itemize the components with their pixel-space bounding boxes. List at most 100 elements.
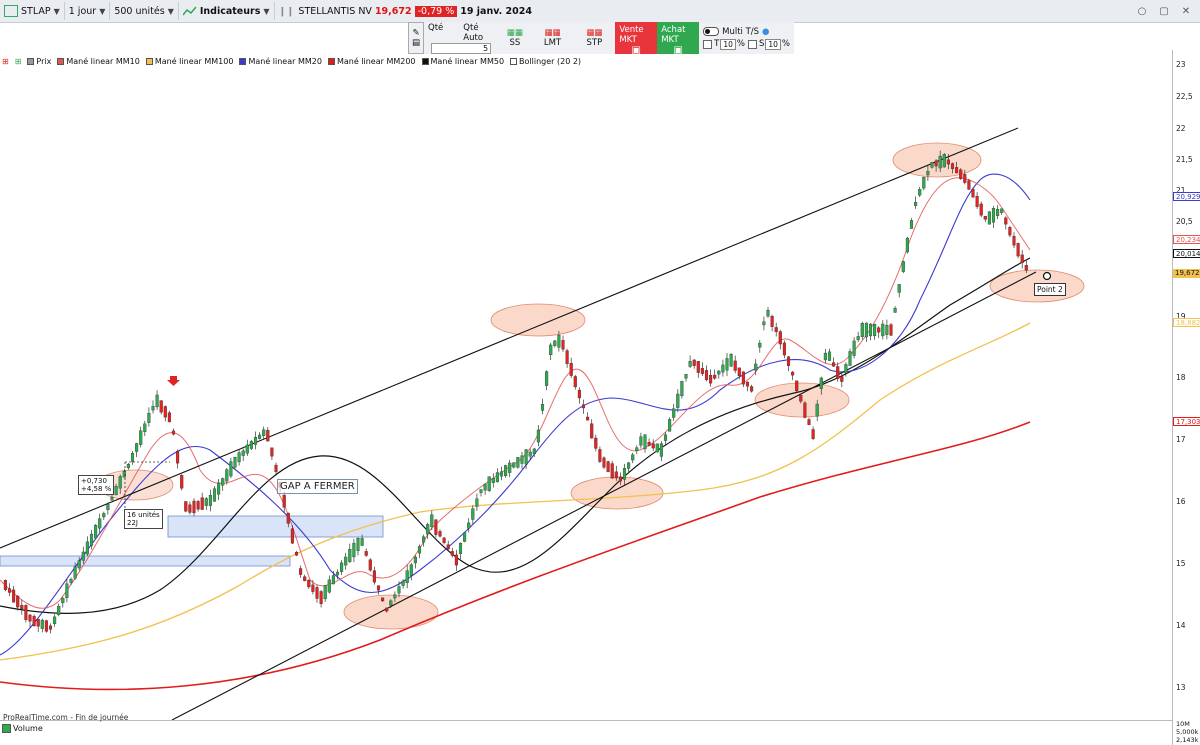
mm10-line <box>0 177 1031 609</box>
candle-body <box>959 169 963 179</box>
s-checkbox[interactable] <box>747 39 757 49</box>
candle-body <box>426 524 430 535</box>
candle-body <box>1004 217 1008 225</box>
point-annotation: Point 2 <box>1034 283 1066 296</box>
measure-value: +0,730 <box>81 477 107 485</box>
candle-body <box>565 350 569 364</box>
candle-body <box>877 327 881 333</box>
candle-body <box>815 403 819 417</box>
volume-tick: 5,000k <box>1176 728 1199 736</box>
candle-body <box>922 177 926 189</box>
minimize-icon[interactable]: ○ <box>1134 4 1150 18</box>
candle-body <box>245 444 249 454</box>
sell-market-button[interactable]: Vente MKT ▣ <box>615 22 658 56</box>
candle-body <box>221 478 225 486</box>
axis-tick: 16 <box>1176 497 1186 506</box>
candle-body <box>307 579 311 588</box>
axis-tick: 22 <box>1176 124 1186 133</box>
candle-body <box>639 436 643 446</box>
candle-body <box>938 155 942 169</box>
ss-button[interactable]: ▦▦ SS <box>498 22 531 54</box>
candle-body <box>721 364 725 373</box>
units-selector[interactable]: 500 unités ▼ <box>110 2 179 20</box>
candle-body <box>163 406 167 418</box>
candle-body <box>479 489 483 493</box>
candle-body <box>282 495 286 508</box>
indicators-button[interactable]: Indicateurs ▼ <box>179 2 275 20</box>
candle-body <box>118 476 122 489</box>
candle-body <box>258 434 262 439</box>
candle-body <box>85 541 89 555</box>
pen-button[interactable]: ✎ ▤ <box>408 22 425 54</box>
candle-body <box>733 360 737 371</box>
t-checkbox[interactable] <box>703 39 713 49</box>
period-selector[interactable]: 1 jour ▼ <box>65 2 111 20</box>
candle-body <box>303 576 307 581</box>
candle-body <box>270 447 274 457</box>
candle-body <box>963 174 967 183</box>
candle-body <box>499 471 504 477</box>
candle-body <box>561 340 565 350</box>
candle-body <box>102 513 106 518</box>
axis-tick: 17 <box>1176 435 1186 444</box>
candle-body <box>504 465 508 477</box>
candle-body <box>581 404 586 409</box>
close-icon[interactable]: ✕ <box>1178 4 1194 18</box>
s-input[interactable]: 10 <box>765 38 781 50</box>
candle-body <box>147 413 151 423</box>
mm100-value-tag: 18,882 <box>1173 318 1200 327</box>
candle-body <box>442 537 446 543</box>
candle-body <box>725 358 729 371</box>
price-axis[interactable]: 23 22,5 22 21,5 21 20,5 20 19 18 17 16 1… <box>1172 50 1200 720</box>
price-chart[interactable] <box>0 56 1172 720</box>
candle-body <box>508 462 512 473</box>
lmt-button[interactable]: ▦▦ LMT <box>532 22 574 54</box>
candle-body <box>651 443 655 449</box>
highlight-ellipse <box>570 476 664 510</box>
buy-market-button[interactable]: Achat MKT ▣ <box>657 22 700 56</box>
candle-body <box>516 457 520 468</box>
candle-body <box>881 323 885 337</box>
candle-body <box>200 497 204 510</box>
candle-body <box>188 504 192 513</box>
symbol-selector[interactable]: STLAP ▼ <box>0 2 65 20</box>
candle-body <box>413 556 417 564</box>
gap-annotation: GAP A FERMER <box>277 479 358 494</box>
candle-body <box>409 564 413 576</box>
t-input[interactable]: 10 <box>720 38 736 50</box>
highlight-ellipse <box>892 142 982 178</box>
candle-body <box>192 500 196 514</box>
candle-body <box>586 416 590 421</box>
candle-body <box>294 552 299 556</box>
restore-icon[interactable]: ▢ <box>1156 4 1172 18</box>
qty-auto-label[interactable]: Qté Auto <box>463 23 494 43</box>
axis-tick: 13 <box>1176 683 1186 692</box>
change-badge: -0,79 % <box>414 5 458 17</box>
candle-body <box>930 162 934 168</box>
measure-annotation: +0,730 +4,58 % <box>78 475 115 495</box>
candle-body <box>61 598 65 604</box>
candle-body <box>344 556 348 566</box>
candle-body <box>848 351 852 366</box>
candle-body <box>950 163 955 169</box>
chevron-down-icon: ▼ <box>99 6 106 16</box>
volume-axis: 10M 5,000k 2,143k <box>1172 720 1200 745</box>
stp-button[interactable]: ▦▦ STP <box>573 22 615 54</box>
candle-body <box>471 508 475 520</box>
gap-zone <box>167 515 384 538</box>
candle-body <box>844 364 848 374</box>
candle-body <box>225 469 229 482</box>
candle-body <box>1020 254 1024 263</box>
candle-body <box>811 429 815 439</box>
volume-label: Volume <box>13 724 43 733</box>
toggle-switch[interactable] <box>703 27 720 36</box>
candle-body <box>48 625 53 630</box>
candle-body <box>655 443 659 453</box>
qty-input[interactable]: 5 <box>431 42 492 54</box>
candle-body <box>897 284 901 293</box>
qty-label: Qté <box>428 22 444 33</box>
units-label: 500 unités <box>114 5 165 17</box>
candle-body <box>713 374 717 379</box>
candle-body <box>635 447 639 451</box>
point-marker[interactable] <box>1042 271 1052 281</box>
